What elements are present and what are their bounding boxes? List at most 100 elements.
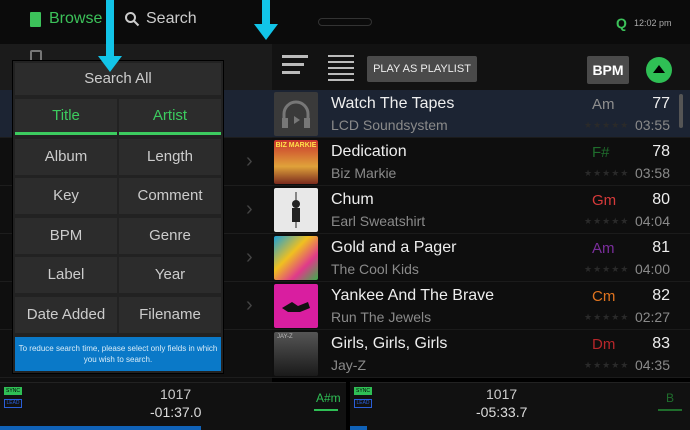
search-tab[interactable]: Search <box>124 10 197 28</box>
track-rating[interactable]: ★★★★★ <box>584 168 629 179</box>
album-art-hands <box>282 302 310 312</box>
track-bpm: 81 <box>652 239 670 256</box>
search-fields-panel: Search All Title Artist Album Length Key… <box>12 60 224 374</box>
track-title: Chum <box>331 191 374 208</box>
album-art <box>274 188 318 232</box>
album-art: JAY-Z <box>274 332 318 376</box>
track-title: Yankee And The Brave <box>331 287 495 304</box>
deck-key-underline <box>314 409 338 411</box>
track-row[interactable]: BIZ MARKIE Dedication Biz Markie F# ★★★★… <box>272 138 690 186</box>
album-art-text: JAY-Z <box>277 334 293 340</box>
track-length: 03:58 <box>634 165 670 181</box>
track-artist: Earl Sweatshirt <box>331 213 426 229</box>
album-art-figure <box>292 192 300 228</box>
chevron-right-icon: › <box>246 150 253 172</box>
album-art <box>274 92 318 136</box>
track-length: 02:27 <box>634 309 670 325</box>
track-title: Watch The Tapes <box>331 95 455 112</box>
track-rating[interactable]: ★★★★★ <box>584 264 629 275</box>
track-bpm: 80 <box>652 191 670 208</box>
track-length: 04:04 <box>634 213 670 229</box>
deck-bpm: 1017 <box>160 386 192 402</box>
track-row[interactable]: Gold and a Pager The Cool Kids Am ★★★★★ … <box>272 234 690 282</box>
track-row[interactable]: Yankee And The Brave Run The Jewels Cm ★… <box>272 282 690 330</box>
track-rating[interactable]: ★★★★★ <box>584 312 629 323</box>
play-as-playlist-button[interactable]: PLAY AS PLAYLIST <box>367 56 477 82</box>
track-rating[interactable]: ★★★★★ <box>584 360 629 371</box>
track-key: Gm <box>592 192 617 209</box>
headphones-icon <box>282 100 310 128</box>
lead-button[interactable]: LEAD <box>4 399 22 408</box>
track-list: Watch The Tapes LCD Soundsystem Am ★★★★★… <box>272 90 690 382</box>
field-genre[interactable]: Genre <box>119 218 221 254</box>
field-title[interactable]: Title <box>15 99 117 135</box>
edit-list-icon[interactable] <box>282 55 316 83</box>
deck-time: -01:37.0 <box>150 404 202 420</box>
track-length: 03:55 <box>634 117 670 133</box>
field-key[interactable]: Key <box>15 178 117 214</box>
browse-tab[interactable]: Browse <box>30 10 102 28</box>
track-length: 04:00 <box>634 261 670 277</box>
track-artist: The Cool Kids <box>331 261 419 277</box>
clock: 12:02 pm <box>634 18 672 28</box>
chevron-right-icon: › <box>246 246 253 268</box>
callout-arrow <box>254 0 278 40</box>
track-key: Am <box>592 96 615 113</box>
field-length[interactable]: Length <box>119 139 221 175</box>
browse-label: Browse <box>49 10 103 27</box>
field-comment[interactable]: Comment <box>119 178 221 214</box>
q-icon: Q <box>616 15 627 31</box>
sync-button[interactable]: SYNC <box>4 387 22 395</box>
lead-button[interactable]: LEAD <box>354 399 372 408</box>
field-filename[interactable]: Filename <box>119 297 221 333</box>
track-rating[interactable]: ★★★★★ <box>584 120 629 131</box>
deck-progress <box>350 426 367 430</box>
track-title: Gold and a Pager <box>331 239 457 256</box>
track-row[interactable]: Chum Earl Sweatshirt Gm ★★★★★ 80 04:04 <box>272 186 690 234</box>
chevron-right-icon: › <box>246 198 253 220</box>
search-tip: To reduce search time, please select onl… <box>15 337 221 371</box>
list-view-icon[interactable] <box>328 55 354 83</box>
track-title: Dedication <box>331 143 407 160</box>
search-label: Search <box>146 10 197 27</box>
field-album[interactable]: Album <box>15 139 117 175</box>
bpm-sort-button[interactable]: BPM <box>587 56 629 84</box>
track-bpm: 78 <box>652 143 670 160</box>
deck-key: A#m <box>316 391 341 405</box>
callout-arrow <box>98 0 122 72</box>
track-rating[interactable]: ★★★★★ <box>584 216 629 227</box>
field-date-added[interactable]: Date Added <box>15 297 117 333</box>
album-art <box>274 236 318 280</box>
track-bpm: 83 <box>652 335 670 352</box>
field-bpm[interactable]: BPM <box>15 218 117 254</box>
track-row[interactable]: JAY-Z Girls, Girls, Girls Jay-Z Dm ★★★★★… <box>272 330 690 378</box>
track-artist: Biz Markie <box>331 165 397 181</box>
track-key: Am <box>592 240 615 257</box>
sync-button[interactable]: SYNC <box>354 387 372 395</box>
track-artist: LCD Soundsystem <box>331 117 448 133</box>
track-bpm: 82 <box>652 287 670 304</box>
field-label[interactable]: Label <box>15 257 117 293</box>
view-toggle[interactable] <box>318 18 372 26</box>
sort-ascending-icon[interactable] <box>646 57 672 83</box>
deck-bpm: 1017 <box>486 386 518 402</box>
scrollbar[interactable] <box>679 94 683 128</box>
track-row[interactable]: Watch The Tapes LCD Soundsystem Am ★★★★★… <box>272 90 690 138</box>
track-bpm: 77 <box>652 95 670 112</box>
track-length: 04:35 <box>634 357 670 373</box>
album-art: BIZ MARKIE <box>274 140 318 184</box>
field-artist[interactable]: Artist <box>119 99 221 135</box>
track-key: Cm <box>592 288 616 305</box>
deck-time: -05:33.7 <box>476 404 528 420</box>
top-bar: Browse Search Q 12:02 pm <box>0 0 690 44</box>
album-art <box>274 284 318 328</box>
chevron-right-icon: › <box>246 294 253 316</box>
deck-progress <box>0 426 201 430</box>
track-artist: Run The Jewels <box>331 309 432 325</box>
field-year[interactable]: Year <box>119 257 221 293</box>
deck-key: B <box>666 391 675 405</box>
deck-key-underline <box>658 409 682 411</box>
deck-right: SYNC LEAD 1017 -05:33.7 B <box>350 382 690 430</box>
document-icon <box>30 11 41 27</box>
magnifier-icon <box>125 12 140 27</box>
